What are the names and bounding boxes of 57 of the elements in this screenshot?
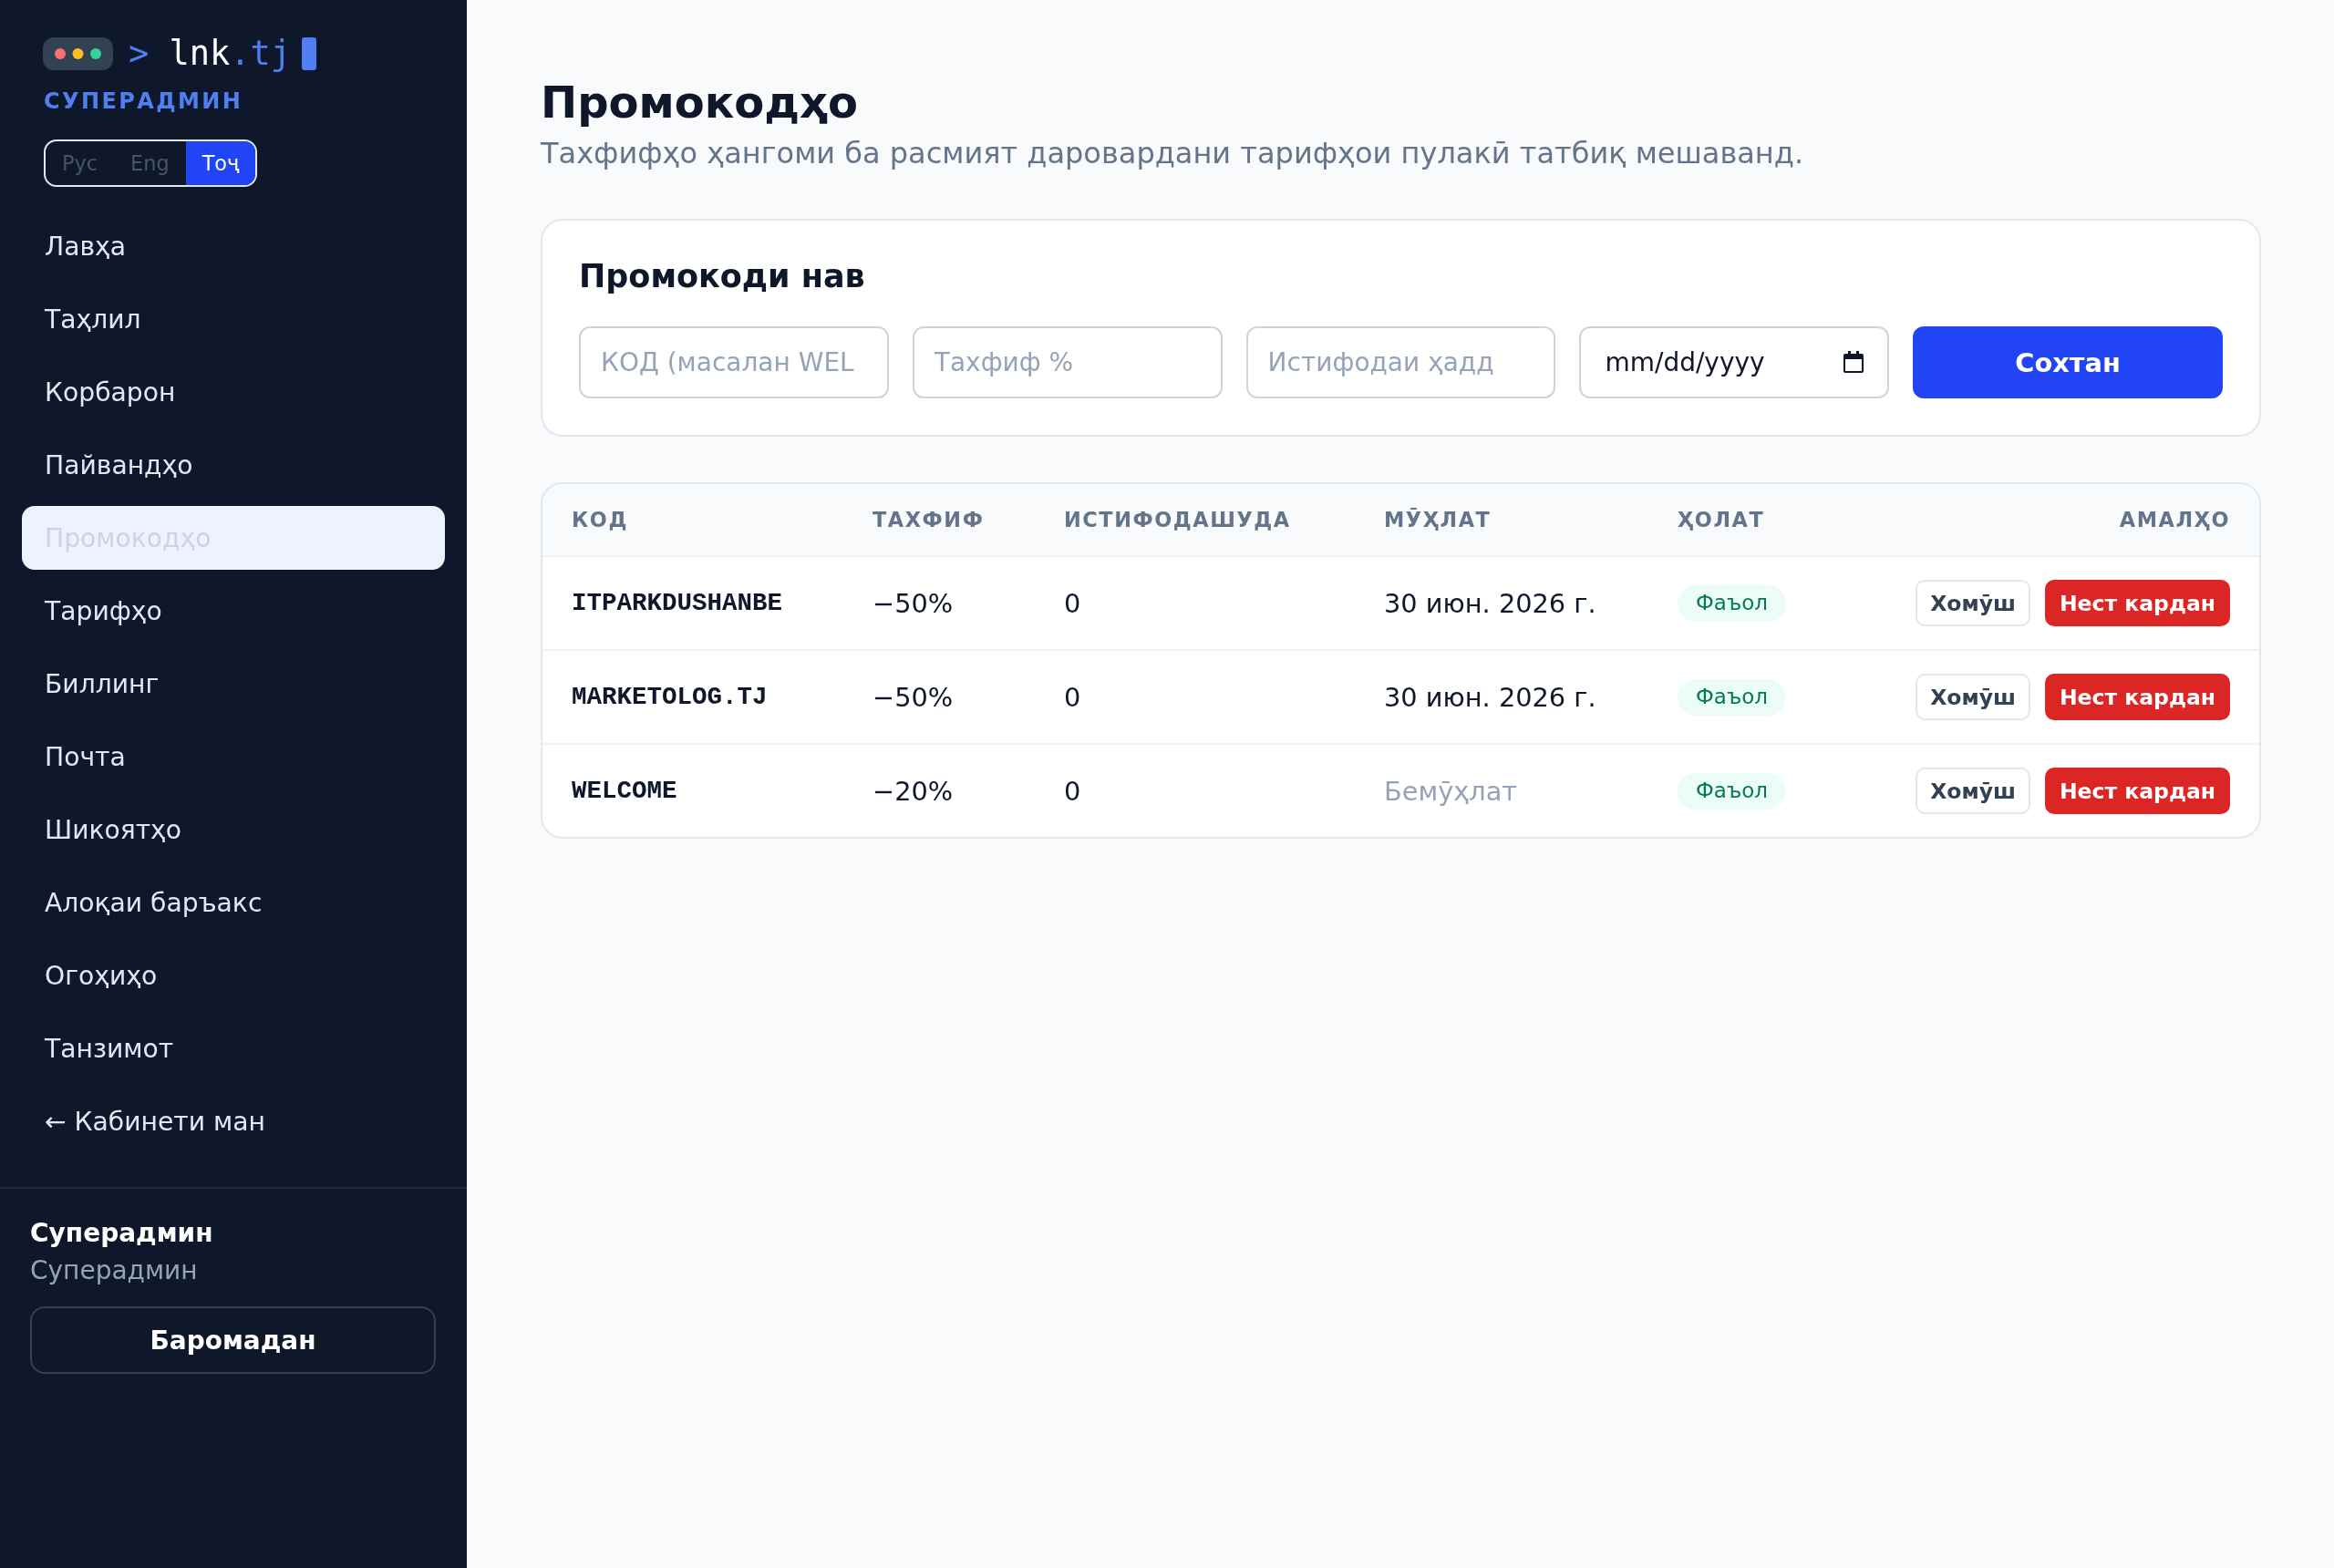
input-field[interactable]: Истифодаи ҳадд [1245,326,1556,399]
table-cell-text: 0 [1064,775,1082,807]
nav-item[interactable]: Почта [22,725,445,789]
nav-item[interactable]: Алоқаи баръакс [22,871,445,935]
page-subtitle: Тахфифҳо ҳангоми ба расмият даровардани тарифҳои пулакӣ татбиқ мешаванд. [541,134,1805,172]
user-name: Суперадмин [30,1217,214,1251]
nav-item[interactable]: Корбарон [22,360,445,425]
nav-item[interactable]: ← Кабинети ман [22,1089,445,1154]
column-header: ҲОЛАТ [1678,508,1766,532]
calendar-icon [1843,351,1864,374]
input-field[interactable]: КОД (масалан WEL [579,326,889,399]
delete-button[interactable]: Нест кардан [2044,580,2230,627]
date-field[interactable]: mm/dd/yyyy [1579,326,1890,399]
table-cell-text: 0 [1064,587,1082,619]
nav-item[interactable]: Тарифҳо [22,579,445,644]
disable-button[interactable]: Хомӯш [1916,674,2030,721]
status-badge: Фаъол [1678,585,1786,622]
table-cell-text: 0 [1064,681,1082,713]
delete-button[interactable]: Нест кардан [2044,674,2230,721]
disable-button[interactable]: Хомӯш [1916,768,2030,815]
column-header: МӮҲЛАТ [1384,508,1492,532]
card-title: Промокоди нав [579,257,866,296]
column-header: ИСТИФОДАШУДА [1064,508,1292,532]
logo-text: lnk.tj [169,32,292,75]
create-button[interactable]: Сохтан [1913,326,2223,399]
user-role: Суперадмин [30,1253,199,1287]
nav-item[interactable]: Шикоятҳо [22,798,445,862]
table-cell-text: ITPARKDUSHANBE [572,589,784,618]
prompt-symbol: > [129,32,150,75]
column-header: АМАЛҲО [2119,508,2230,532]
disable-button[interactable]: Хомӯш [1916,580,2030,627]
table-cell-text: Бемӯҳлат [1384,775,1519,807]
nav-item[interactable]: Таҳлил [22,287,445,352]
status-badge: Фаъол [1678,679,1786,716]
status-badge: Фаъол [1678,773,1786,810]
input-field[interactable]: Тахфиф % [912,326,1223,399]
table-cell-text: −50% [873,681,955,713]
language-button[interactable]: Тоҷ [185,141,256,186]
window-dots-icon [43,37,113,70]
nav-item[interactable]: Биллинг [22,652,445,717]
text-cursor-icon [302,37,317,70]
table-cell-text: −20% [873,775,955,807]
nav-item[interactable]: Огоҳиҳо [22,944,445,1008]
role-label: СУПЕРАДМИН [44,88,243,116]
column-header: ТАХФИФ [873,508,986,532]
table-cell-text: MARKETOLOG.TJ [572,683,769,712]
page-title: Промокодҳо [541,77,859,129]
nav-item[interactable]: Танзимот [22,1016,445,1081]
nav-item[interactable]: Лавҳа [22,214,445,279]
table-cell-text: WELCOME [572,777,678,806]
delete-button[interactable]: Нест кардан [2044,768,2230,815]
nav-item[interactable]: Пайвандҳо [22,433,445,498]
table-cell-text: 30 июн. 2026 г. [1384,587,1597,619]
column-header: КОД [572,508,629,532]
table-cell-text: −50% [873,587,955,619]
logout-button[interactable]: Баромадан [30,1306,436,1375]
table-cell-text: 30 июн. 2026 г. [1384,681,1597,713]
